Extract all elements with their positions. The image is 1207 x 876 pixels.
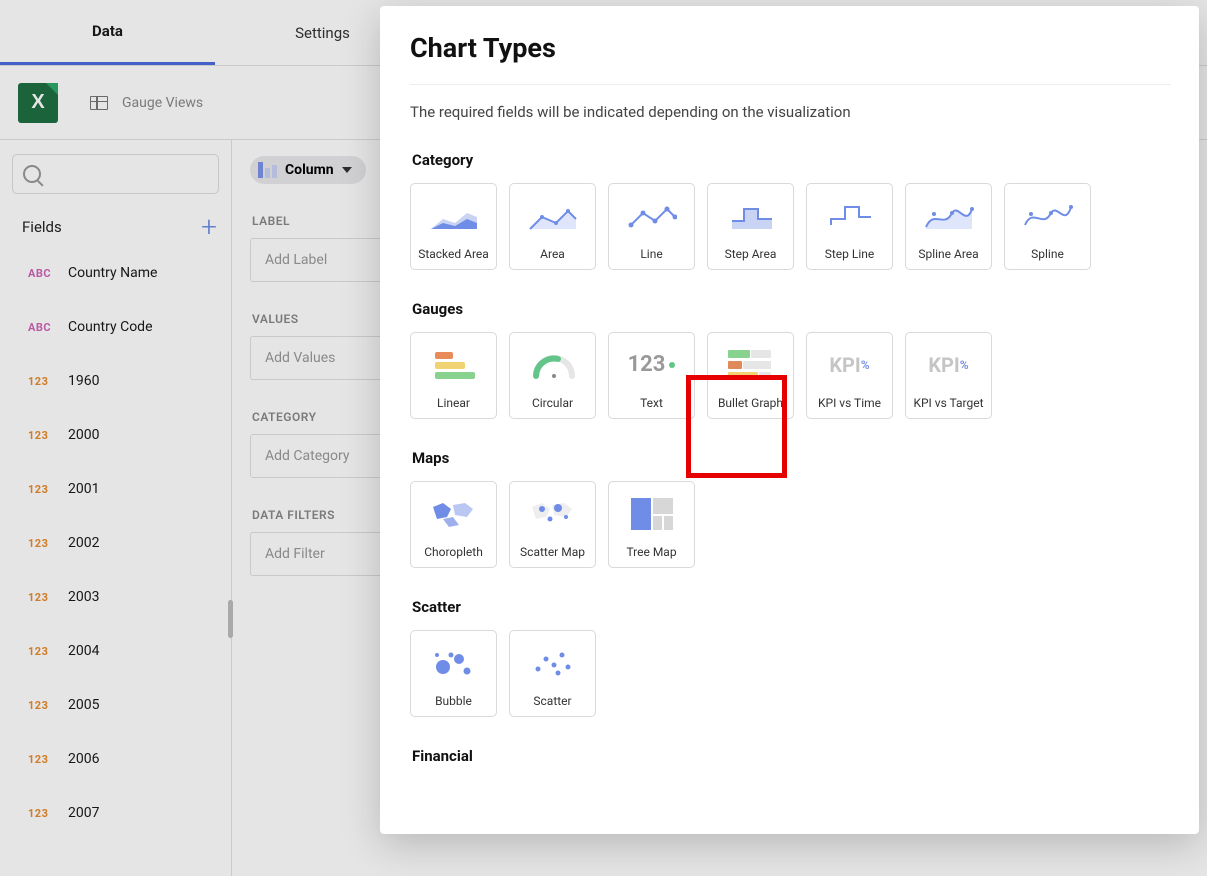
panel-title: Chart Types <box>410 32 1171 64</box>
choropleth-icon <box>411 482 496 545</box>
chart-tile-spline[interactable]: Spline <box>1004 183 1091 270</box>
section-financial-heading: Financial <box>412 747 1171 765</box>
maps-tiles: Choropleth Scatter Map Tree Map <box>410 481 1171 568</box>
chart-tile-area[interactable]: Area <box>509 183 596 270</box>
chart-tile-step-area[interactable]: Step Area <box>707 183 794 270</box>
bullet-graph-icon <box>708 333 793 396</box>
chart-tile-line[interactable]: Line <box>608 183 695 270</box>
section-category-heading: Category <box>412 151 1171 169</box>
spline-icon <box>1005 184 1090 247</box>
step-line-icon <box>807 184 892 247</box>
text-gauge-icon: 123 <box>609 333 694 396</box>
chart-tile-bubble[interactable]: Bubble <box>410 630 497 717</box>
chart-tile-tree-map[interactable]: Tree Map <box>608 481 695 568</box>
section-gauges-heading: Gauges <box>412 300 1171 318</box>
chart-tile-circular[interactable]: Circular <box>509 332 596 419</box>
linear-gauge-icon <box>411 333 496 396</box>
scatter-icon <box>510 631 595 694</box>
category-tiles: Stacked Area Area Line Step Area <box>410 183 1171 270</box>
stacked-area-icon <box>411 184 496 247</box>
panel-subtitle: The required fields will be indicated de… <box>410 103 1171 121</box>
chart-tile-linear[interactable]: Linear <box>410 332 497 419</box>
circular-gauge-icon <box>510 333 595 396</box>
chart-tile-bullet-graph[interactable]: Bullet Graph <box>707 332 794 419</box>
section-maps-heading: Maps <box>412 449 1171 467</box>
chart-tile-scatter-map[interactable]: Scatter Map <box>509 481 596 568</box>
kpi-target-icon: KPI% <box>906 333 991 396</box>
divider <box>410 84 1171 85</box>
tree-map-icon <box>609 482 694 545</box>
chart-tile-kpi-vs-time[interactable]: KPI% KPI vs Time <box>806 332 893 419</box>
scatter-tiles: Bubble Scatter <box>410 630 1171 717</box>
gauges-tiles: Linear Circular 123 Text <box>410 332 1171 419</box>
area-icon <box>510 184 595 247</box>
line-icon <box>609 184 694 247</box>
step-area-icon <box>708 184 793 247</box>
chart-tile-step-line[interactable]: Step Line <box>806 183 893 270</box>
bubble-icon <box>411 631 496 694</box>
chart-types-panel: Chart Types The required fields will be … <box>380 6 1199 834</box>
spline-area-icon <box>906 184 991 247</box>
kpi-time-icon: KPI% <box>807 333 892 396</box>
section-scatter-heading: Scatter <box>412 598 1171 616</box>
chart-tile-choropleth[interactable]: Choropleth <box>410 481 497 568</box>
chart-tile-scatter[interactable]: Scatter <box>509 630 596 717</box>
scatter-map-icon <box>510 482 595 545</box>
chart-tile-kpi-vs-target[interactable]: KPI% KPI vs Target <box>905 332 992 419</box>
chart-tile-stacked-area[interactable]: Stacked Area <box>410 183 497 270</box>
chart-tile-spline-area[interactable]: Spline Area <box>905 183 992 270</box>
chart-tile-text[interactable]: 123 Text <box>608 332 695 419</box>
